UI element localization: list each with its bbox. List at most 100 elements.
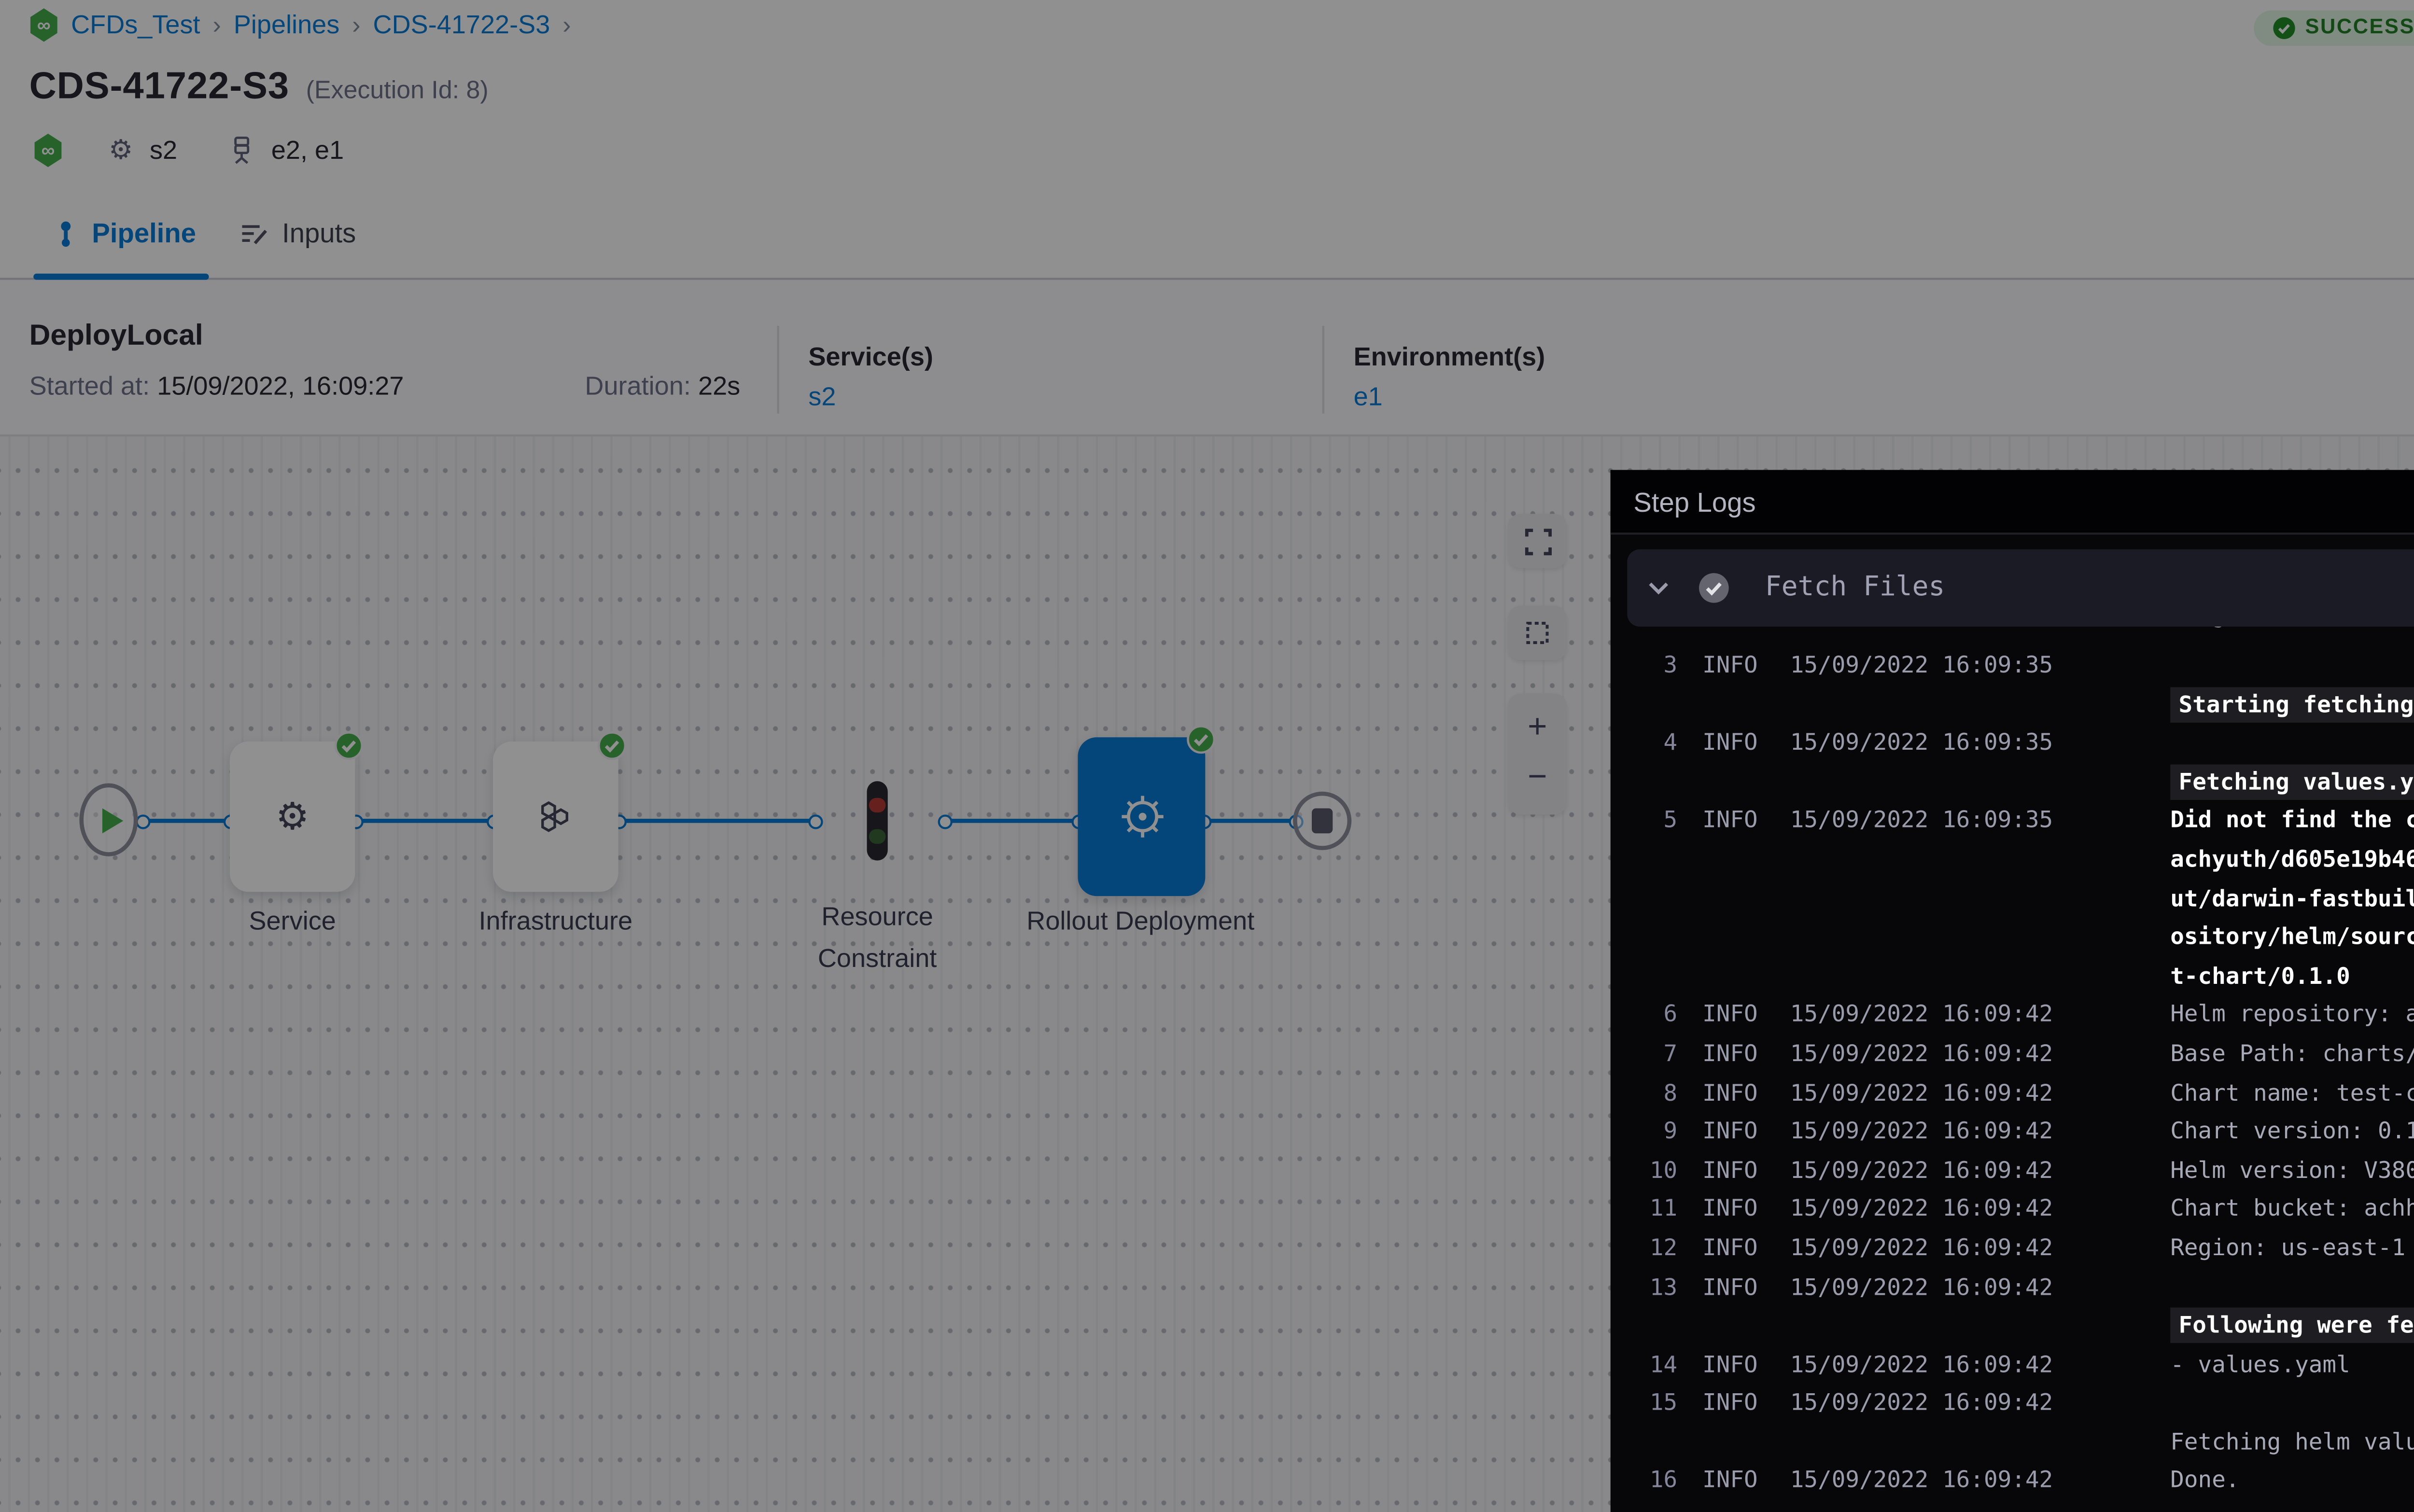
- log-level: INFO: [1702, 1075, 1765, 1113]
- log-timestamp: 15/09/2022 16:09:42: [1790, 1036, 2146, 1075]
- log-message: Helm repository: aws-qa-setup-modified: [2170, 997, 2414, 1036]
- started-label: Started at:: [29, 372, 150, 401]
- tab-inputs-label: Inputs: [282, 217, 356, 249]
- log-line-number: 3: [1644, 647, 1677, 686]
- log-level: INFO: [1702, 1269, 1765, 1307]
- log-message: Done.: [2170, 1463, 2414, 1502]
- status-badge: SUCCESS: [2253, 11, 2414, 46]
- log-level: INFO: [1702, 1191, 1765, 1230]
- log-level: INFO: [1702, 997, 1765, 1036]
- step-logs-header: Step Logs Console View: [1611, 470, 2414, 534]
- gear-icon: ⚙: [109, 137, 133, 164]
- log-line-number: 7: [1644, 1036, 1677, 1075]
- log-line-number: 15: [1644, 1386, 1677, 1424]
- breadcrumb-pipelines[interactable]: Pipelines: [234, 11, 340, 40]
- zoom-out-button[interactable]: −: [1528, 763, 1547, 797]
- log-row: 12 INFO 15/09/2022 16:09:42 Region: us-e…: [1611, 1230, 2414, 1269]
- log-level: INFO: [1702, 1036, 1765, 1075]
- log-message: Did not find the chart and version in lo…: [2170, 803, 2414, 997]
- step-name: Fetch Files: [1765, 572, 1945, 603]
- node-infrastructure-label: Infrastructure: [430, 900, 681, 942]
- zoom-in-button[interactable]: +: [1528, 712, 1547, 745]
- log-level: INFO: [1702, 1114, 1765, 1152]
- node-infrastructure[interactable]: [493, 742, 618, 892]
- tab-pipeline-label: Pipeline: [92, 217, 196, 249]
- log-line-number: 9: [1644, 1114, 1677, 1152]
- log-line-number: 4: [1644, 725, 1677, 764]
- edge: [1203, 818, 1295, 824]
- log-row: 16 INFO 15/09/2022 16:09:42 Done.: [1611, 1463, 2414, 1502]
- log-message: Chart name: test-chart: [2170, 1075, 2414, 1113]
- environments-value[interactable]: e1: [1354, 382, 1383, 412]
- check-circle-icon: [2272, 17, 2295, 40]
- end-node[interactable]: [1293, 792, 1351, 850]
- log-timestamp: 15/09/2022 16:09:42: [1790, 1230, 2146, 1269]
- log-level: INFO: [1702, 1386, 1765, 1424]
- breadcrumb-pipeline-name[interactable]: CDS-41722-S3: [373, 11, 550, 40]
- log-level: INFO: [1702, 803, 1765, 997]
- log-message: Chart bucket: achhelmbucket: [2170, 1191, 2414, 1230]
- log-timestamp: 15/09/2022 16:09:42: [1790, 997, 2146, 1036]
- log-row: 13 INFO 15/09/2022 16:09:42 Following we…: [1611, 1269, 2414, 1346]
- log-level: INFO: [1702, 647, 1765, 686]
- log-row: 9 INFO 15/09/2022 16:09:42 Chart version…: [1611, 1114, 2414, 1152]
- log-level: INFO: [1702, 1230, 1765, 1269]
- log-message: Starting fetching Helm values: [2170, 686, 2414, 725]
- node-service-label: Service: [167, 900, 418, 942]
- start-node[interactable]: [79, 783, 138, 856]
- services-value[interactable]: s2: [808, 382, 836, 412]
- canvas-fit-button[interactable]: [1508, 606, 1567, 660]
- tab-pipeline[interactable]: Pipeline: [54, 217, 196, 249]
- log-line-number: 12: [1644, 1230, 1677, 1269]
- node-resource-constraint[interactable]: [867, 781, 887, 860]
- log-timestamp: 15/09/2022 16:09:42: [1790, 1191, 2146, 1230]
- harness-logo-icon: ∞: [33, 134, 63, 167]
- log-timestamp: 15/09/2022 16:09:35: [1790, 803, 2146, 997]
- log-level: INFO: [1702, 1463, 1765, 1502]
- log-row: 10 INFO 15/09/2022 16:09:42 Helm version…: [1611, 1152, 2414, 1191]
- log-timestamp: 15/09/2022 16:09:42: [1790, 1346, 2146, 1385]
- pipeline-icon: [54, 218, 77, 248]
- breadcrumb-project[interactable]: CFDs_Test: [71, 11, 200, 40]
- canvas-zoom-controls: + −: [1508, 693, 1567, 814]
- duration-value: 22s: [698, 372, 740, 401]
- log-timestamp: 15/09/2022 16:09:42: [1790, 1269, 2146, 1307]
- log-timestamp: 15/09/2022 16:09:42: [1790, 1386, 2146, 1424]
- tab-inputs[interactable]: Inputs: [240, 217, 356, 249]
- log-line-number: 13: [1644, 1269, 1677, 1307]
- active-tab-underline: [33, 274, 209, 280]
- meta-environments[interactable]: e2, e1: [271, 136, 344, 165]
- log-level: INFO: [1702, 725, 1765, 764]
- stage-summary: DeployLocal Started at: 15/09/2022, 16:0…: [0, 280, 2414, 436]
- log-message: Fetching values.yaml from helm chart rep…: [2170, 764, 2414, 803]
- breadcrumb-separator-icon: ›: [213, 11, 221, 40]
- environments-label: Environment(s): [1354, 343, 1545, 372]
- header: ∞ CFDs_Test › Pipelines › CDS-41722-S3 ›…: [0, 0, 2414, 203]
- log-message: Following were fetched successfully :: [2170, 1308, 2414, 1346]
- log-message: Fetching helm values completed successfu…: [2170, 1424, 2414, 1463]
- canvas-fullscreen-button[interactable]: [1508, 514, 1567, 568]
- chevron-down-icon: [1648, 581, 1669, 595]
- log-message: Base Path: charts/: [2170, 1036, 2414, 1075]
- node-service[interactable]: ⚙: [230, 742, 355, 892]
- log-timestamp: 15/09/2022 16:09:42: [1790, 1114, 2146, 1152]
- step-logs-title: Step Logs: [1633, 486, 1755, 517]
- harness-logo-icon: ∞: [29, 8, 59, 42]
- log-level: INFO: [1702, 1152, 1765, 1191]
- inputs-icon: [240, 220, 267, 245]
- breadcrumb-separator-icon: ›: [352, 11, 360, 40]
- breadcrumb: ∞ CFDs_Test › Pipelines › CDS-41722-S3 ›: [29, 8, 571, 42]
- node-rollout-deployment[interactable]: [1078, 737, 1205, 896]
- divider: [1322, 326, 1324, 414]
- log-line-number: 10: [1644, 1152, 1677, 1191]
- edge: [142, 818, 230, 824]
- services-label: Service(s): [808, 343, 933, 372]
- step-status-icon: [1698, 572, 1729, 603]
- stage-name: DeployLocal: [29, 318, 203, 351]
- step-row-fetch-files[interactable]: Fetch Files ↑ ↓ 9s: [1627, 549, 2414, 627]
- meta-service[interactable]: s2: [150, 136, 177, 165]
- selection-frame-icon: [1524, 619, 1551, 646]
- step-logs-panel: Step Logs Console View n:"go1.17.5"} Fet…: [1611, 470, 2414, 1512]
- page-title: CDS-41722-S3: [29, 65, 290, 109]
- meta-row: ∞ ⚙ s2 e2, e1: [33, 134, 344, 167]
